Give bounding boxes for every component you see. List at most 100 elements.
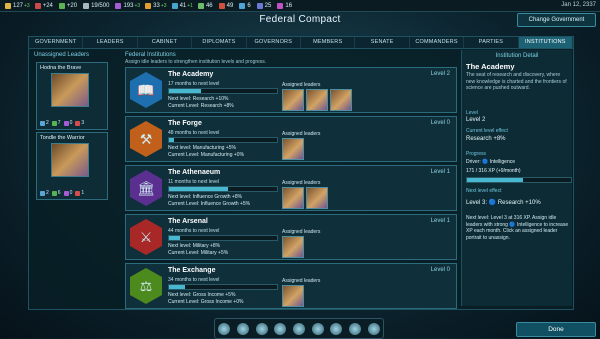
resource-item[interactable]: 41 +1 xyxy=(171,2,193,9)
resource-item[interactable]: 16 xyxy=(277,2,293,9)
stat-icon xyxy=(40,120,45,126)
tab-governors[interactable]: GOVERNORS xyxy=(247,37,302,48)
gems-icon xyxy=(239,2,246,9)
detail-progress-bar xyxy=(466,177,572,183)
stat-value: 2 xyxy=(46,190,49,196)
quick-icon-7[interactable] xyxy=(330,322,343,335)
institution-name: The Academy xyxy=(168,71,214,78)
gas-icon xyxy=(277,2,284,9)
resource-value: 19/500 xyxy=(91,2,110,9)
resource-value: 33 xyxy=(153,2,160,9)
next-level-line: Next level: Research +10% xyxy=(168,96,228,102)
quick-icon-2[interactable] xyxy=(236,322,249,335)
alloys-icon xyxy=(83,2,90,9)
tab-members[interactable]: MEMBERS xyxy=(301,37,356,48)
current-level-value: Research +8% xyxy=(200,103,234,109)
institution-name: The Arsenal xyxy=(168,218,208,225)
resource-item[interactable]: 25 xyxy=(256,2,273,9)
assigned-leader-portrait[interactable] xyxy=(306,89,328,111)
current-level-value: Influence Growth +5% xyxy=(200,201,251,207)
resource-item[interactable]: +20 xyxy=(58,2,78,9)
assigned-leader-portrait[interactable] xyxy=(282,187,304,209)
stat-icon xyxy=(75,190,81,196)
assigned-leaders-label: Assigned leaders xyxy=(282,278,321,284)
quick-icon-4[interactable] xyxy=(274,322,287,335)
assigned-leaders-label: Assigned leaders xyxy=(282,229,321,235)
stat-icon xyxy=(40,190,45,196)
institution-level: Level 2 xyxy=(430,71,450,77)
quick-icon-5[interactable] xyxy=(292,322,305,335)
tab-senate[interactable]: SENATE xyxy=(355,37,410,48)
change-government-button[interactable]: Change Government xyxy=(517,13,596,27)
stat-value: 7 xyxy=(57,120,61,126)
institution-card[interactable]: ⚔ The Arsenal Level 1 44 months to next lev… xyxy=(125,214,457,260)
next-level-line: Next level: Manufacturing +5% xyxy=(168,145,236,151)
detail-current-effect-label: Current level effect xyxy=(466,128,508,134)
leader-stat: 0 xyxy=(63,120,72,126)
stat-icon xyxy=(63,190,69,196)
stat-value: 6 xyxy=(57,190,61,196)
tab-commanders[interactable]: COMMANDERS xyxy=(410,37,465,48)
resource-item[interactable]: +24 xyxy=(34,2,54,9)
assigned-leader-portrait[interactable] xyxy=(330,89,352,111)
institution-card[interactable]: 🏛 The Athenaeum Level 1 11 months to next l… xyxy=(125,165,457,211)
next-level-value: Influence Growth +8% xyxy=(192,194,243,200)
quick-icon-9[interactable] xyxy=(367,322,380,335)
tab-cabinet[interactable]: CABINET xyxy=(138,37,193,48)
stat-value: 1 xyxy=(81,190,85,196)
institutions-subtitle: Assign idle leaders to strengthen instit… xyxy=(125,59,267,65)
resource-item[interactable]: 193 +3 xyxy=(115,2,140,9)
stat-value: 2 xyxy=(46,120,49,126)
detail-next-effect-label: Next level effect xyxy=(466,188,502,194)
resource-item[interactable]: 46 xyxy=(197,2,214,9)
assigned-leader-portrait[interactable] xyxy=(282,236,304,258)
leader-portrait[interactable] xyxy=(51,73,89,107)
leader-card[interactable]: Hodna the Brave 2 7 0 3 xyxy=(36,62,108,130)
food-icon xyxy=(58,2,65,9)
resource-item[interactable]: 33 +3 xyxy=(145,2,167,9)
detail-level-value: Level 2 xyxy=(466,117,486,123)
resource-item[interactable]: 49 xyxy=(218,2,235,9)
quick-icon-1[interactable] xyxy=(218,322,231,335)
done-button[interactable]: Done xyxy=(516,322,596,337)
institution-card[interactable]: 📖 The Academy Level 2 17 months to next lev… xyxy=(125,67,457,113)
resource-item[interactable]: 127 +3 xyxy=(5,2,30,9)
tab-parties[interactable]: PARTIES xyxy=(464,37,519,48)
quick-icon-3[interactable] xyxy=(255,322,268,335)
assigned-leader-portrait[interactable] xyxy=(282,89,304,111)
next-level-value: Manufacturing +5% xyxy=(192,145,236,151)
institution-card[interactable]: ⚖ The Exchange Level 0 34 months to next le… xyxy=(125,263,457,309)
quick-icon-6[interactable] xyxy=(311,322,324,335)
resource-item[interactable]: 19/500 xyxy=(83,2,110,9)
resource-item[interactable]: 6 xyxy=(239,2,251,9)
tab-government[interactable]: GOVERNMENT xyxy=(29,37,84,48)
institution-level: Level 0 xyxy=(430,120,450,126)
institution-months: 48 months to next level xyxy=(168,130,220,136)
leader-card[interactable]: Tondle the Warrior 2 6 0 1 xyxy=(36,132,108,200)
tab-leaders[interactable]: LEADERS xyxy=(83,37,138,48)
tab-diplomats[interactable]: DIPLOMATS xyxy=(192,37,247,48)
leader-stat: 0 xyxy=(63,190,72,196)
current-level-label: Current Level: xyxy=(168,250,200,256)
research-icon xyxy=(171,2,178,9)
stat-icon xyxy=(63,120,69,126)
resource-value: 25 xyxy=(264,2,272,9)
quick-icon-8[interactable] xyxy=(348,322,361,335)
energy-icon xyxy=(5,2,11,9)
detail-title: Institution Detail xyxy=(495,53,539,59)
trade-icon xyxy=(197,2,204,9)
minerals-icon xyxy=(34,2,41,9)
unassigned-leaders-title: Unassigned Leaders xyxy=(34,52,90,58)
current-level-label: Current Level: xyxy=(168,152,200,158)
leader-portrait[interactable] xyxy=(51,143,89,177)
assigned-leader-portrait[interactable] xyxy=(282,285,304,307)
leader-stat: 1 xyxy=(75,190,84,196)
institution-progress-bar xyxy=(168,137,278,143)
resource-value: 127 xyxy=(13,2,24,9)
assigned-leader-portrait[interactable] xyxy=(306,187,328,209)
institution-card[interactable]: ⚒ The Forge Level 0 48 months to next level… xyxy=(125,116,457,162)
crystals-icon xyxy=(256,2,263,9)
assigned-leader-portrait[interactable] xyxy=(282,138,304,160)
tab-institutions[interactable]: INSTITUTIONS xyxy=(518,37,574,48)
next-level-label: Next level: xyxy=(168,194,192,200)
